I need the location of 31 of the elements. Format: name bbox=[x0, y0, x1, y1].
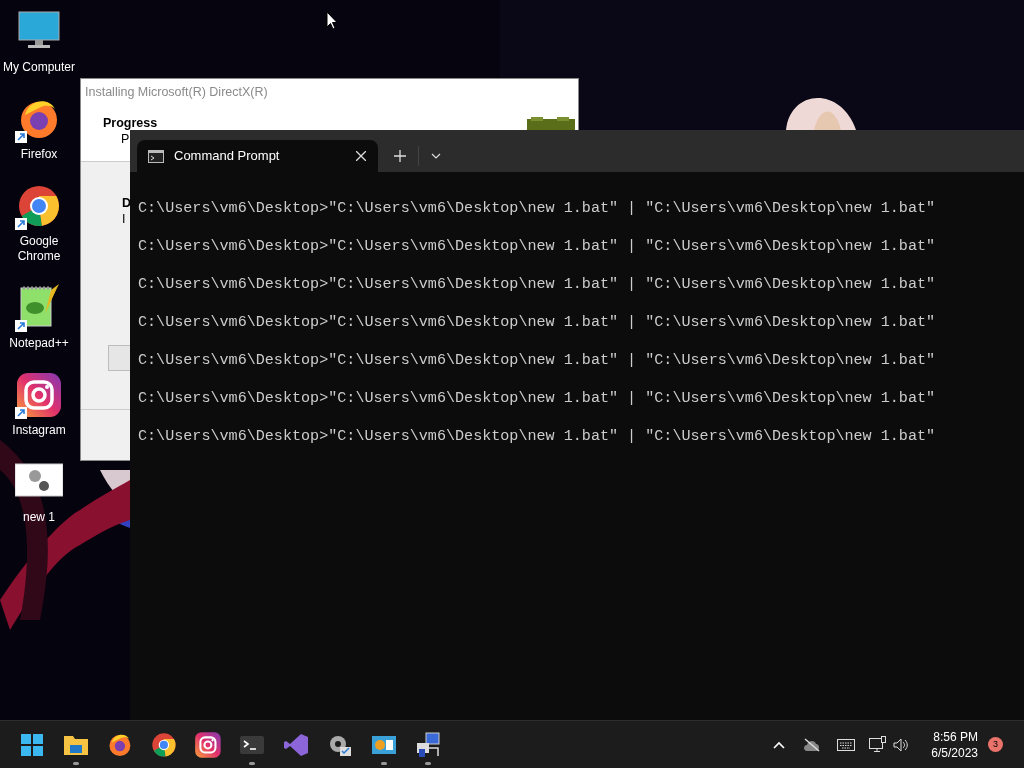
terminal-tab[interactable]: Command Prompt bbox=[137, 140, 378, 172]
status-text: I bbox=[122, 211, 126, 228]
volume-icon[interactable] bbox=[893, 737, 910, 752]
tab-title: Command Prompt bbox=[174, 147, 280, 166]
chrome-icon bbox=[150, 730, 178, 759]
new-tab-icon[interactable] bbox=[394, 150, 406, 162]
notification-badge[interactable]: 3 bbox=[988, 737, 1003, 752]
close-icon[interactable] bbox=[356, 151, 366, 161]
dialog-button[interactable] bbox=[108, 345, 131, 371]
chevron-up-icon[interactable] bbox=[773, 740, 786, 749]
terminal-line: C:\Users\vm6\Desktop>"C:\Users\vm6\Desktop\new 1.bat" | "C:\Users\vm6\Desktop\new 1.bat" bbox=[138, 274, 936, 295]
logo-icon bbox=[527, 117, 575, 131]
terminal-line: C:\Users\vm6\Desktop>"C:\Users\vm6\Desktop\new 1.bat" | "C:\Users\vm6\Desktop\new 1.bat" bbox=[138, 350, 936, 371]
network-computers-icon bbox=[414, 730, 442, 759]
window-title: Installing Microsoft(R) DirectX(R) bbox=[85, 83, 268, 101]
terminal-line: C:\Users\vm6\Desktop>"C:\Users\vm6\Desktop\new 1.bat" | "C:\Users\vm6\Desktop\new 1.bat" bbox=[138, 388, 936, 409]
terminal-line: C:\Users\vm6\Desktop>"C:\Users\vm6\Desktop\new 1.bat" | "C:\Users\vm6\Desktop\new 1.bat" bbox=[138, 426, 936, 447]
subheading: P bbox=[121, 131, 130, 148]
clock-time[interactable]: 8:56 PM bbox=[933, 728, 978, 745]
network-icon[interactable] bbox=[869, 736, 888, 753]
command-prompt-icon bbox=[148, 149, 164, 163]
dropdown-icon[interactable] bbox=[431, 153, 441, 159]
terminal-line: C:\Users\vm6\Desktop>"C:\Users\vm6\Desktop\new 1.bat" | "C:\Users\vm6\Desktop\new 1.bat" bbox=[138, 198, 936, 219]
heading: Progress bbox=[103, 115, 158, 132]
terminal-line: C:\Users\vm6\Desktop>"C:\Users\vm6\Desktop\new 1.bat" | "C:\Users\vm6\Desktop\new 1.bat" bbox=[138, 236, 936, 257]
terminal-line: C:\Users\vm6\Desktop>"C:\Users\vm6\Desktop\new 1.bat" | "C:\Users\vm6\Desktop\new 1.bat" bbox=[138, 312, 936, 333]
clock-date[interactable]: 6/5/2023 bbox=[931, 744, 978, 761]
keyboard-icon[interactable] bbox=[837, 738, 856, 751]
cloud-off-icon[interactable] bbox=[803, 737, 822, 752]
status-title: D bbox=[122, 195, 132, 212]
instagram-icon bbox=[194, 730, 222, 759]
